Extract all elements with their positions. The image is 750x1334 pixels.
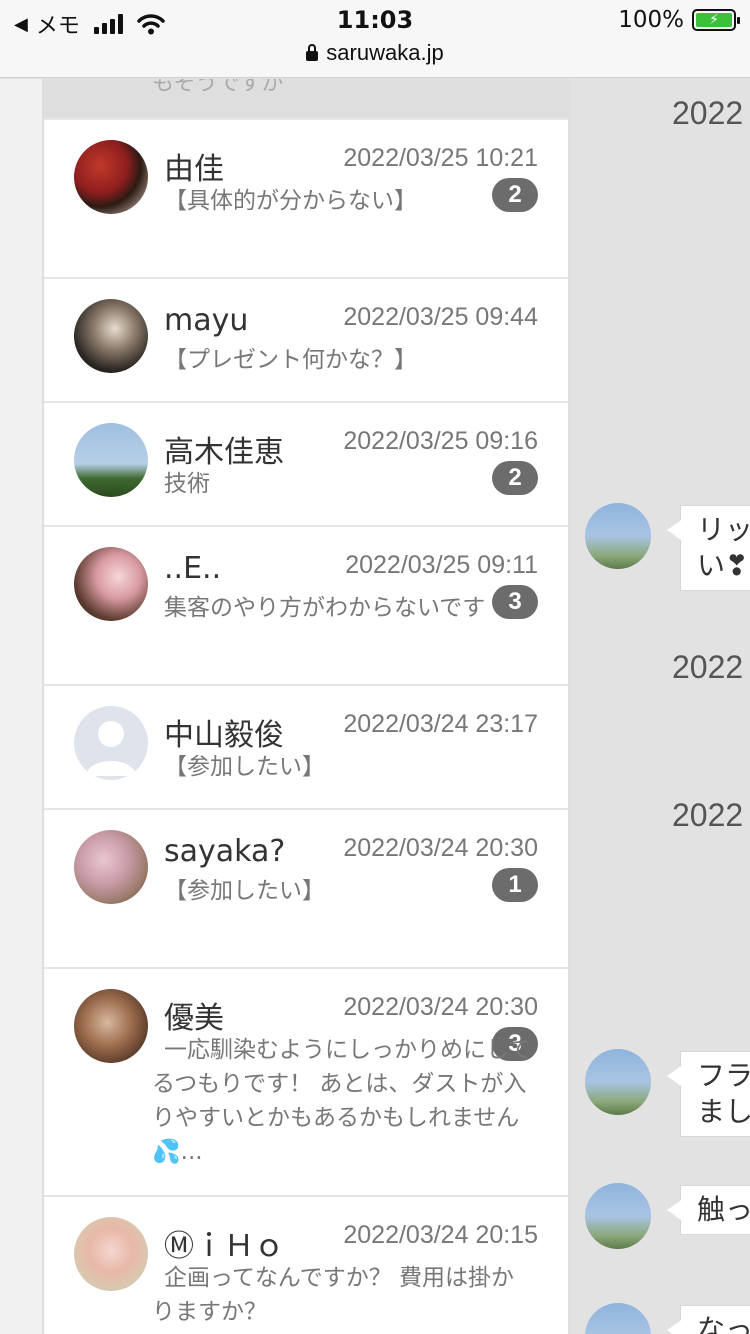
chat-avatar	[585, 1303, 651, 1334]
contact-name: 由佳	[164, 152, 224, 187]
list-item[interactable]: 高木佳恵 2022/03/25 09:16 2 技術	[44, 403, 568, 527]
status-bar: ◀ メモ 11:03 100% ⚡ saruwaka.jp	[0, 0, 750, 78]
contact-name: 優美	[164, 1001, 224, 1036]
message-preview: 【プレゼント何かな？】	[164, 347, 417, 373]
message-preview: 【参加したい】	[164, 878, 325, 904]
conversation-list[interactable]: もそうですが 由佳 2022/03/25 10:21 2 【具体的が分からない】…	[42, 79, 570, 1334]
avatar	[74, 423, 148, 497]
battery-status: 100% ⚡	[618, 7, 740, 33]
chat-bubble[interactable]: 触っ	[667, 1185, 750, 1235]
message-preview: 【具体的が分からない】	[164, 188, 417, 214]
list-item[interactable]: 由佳 2022/03/25 10:21 2 【具体的が分からない】	[44, 120, 568, 279]
message-preview: 【参加したい】	[164, 754, 325, 780]
message-preview: 集客のやり方がわからないです	[164, 595, 486, 621]
avatar	[74, 1217, 148, 1291]
message-date: 2022/03/25 09:16	[343, 427, 538, 455]
message-date: 2022/03/24 23:17	[343, 710, 538, 738]
list-item-message: もそうですが	[152, 79, 284, 96]
chat-bubble[interactable]: フラ まし	[667, 1051, 750, 1137]
address-bar[interactable]: saruwaka.jp	[0, 40, 750, 66]
message-preview: 企画ってなんですか？ 費用は掛かりますか？	[152, 1265, 515, 1325]
avatar	[74, 989, 148, 1063]
list-item[interactable]: mayu 2022/03/25 09:44 【プレゼント何かな？】	[44, 279, 568, 403]
lock-icon	[306, 44, 319, 61]
chat-avatar	[585, 503, 651, 569]
message-date: 2022/03/25 09:44	[343, 303, 538, 331]
chat-date: 2022	[672, 797, 744, 833]
battery-icon: ⚡	[692, 9, 740, 31]
default-avatar-icon	[74, 706, 148, 780]
left-margin	[0, 79, 42, 1334]
chat-bubble[interactable]: リッ い❣	[667, 505, 750, 591]
message-date: 2022/03/24 20:15	[343, 1221, 538, 1249]
contact-name: 高木佳恵	[164, 435, 284, 470]
url-text: saruwaka.jp	[326, 40, 444, 65]
list-item[interactable]: 中山毅俊 2022/03/24 23:17 【参加したい】	[44, 686, 568, 810]
list-item[interactable]: 優美 2022/03/24 20:30 3 一応馴染むようにしっかりめにしてるつ…	[44, 969, 568, 1197]
message-preview: 技術	[164, 471, 210, 497]
list-item[interactable]: ..E.. 2022/03/25 09:11 3 集客のやり方がわからないです	[44, 527, 568, 686]
chat-bubble-text: なっ	[697, 1313, 750, 1334]
contact-name: 中山毅俊	[164, 718, 284, 753]
avatar	[74, 140, 148, 214]
chat-avatar	[585, 1183, 651, 1249]
list-item[interactable]: ⓂｉＨｏ 2022/03/24 20:15 企画ってなんですか？ 費用は掛かりま…	[44, 1197, 568, 1334]
message-date: 2022/03/25 09:11	[345, 551, 538, 579]
avatar	[74, 299, 148, 373]
message-date: 2022/03/25 10:21	[343, 144, 538, 172]
chat-bubble-text: 触っ	[697, 1193, 750, 1226]
chat-panel[interactable]: 2022 リッ い❣ 2022 2022 フラ まし 触っ なっ	[570, 79, 750, 1334]
chat-bubble-text: フラ	[697, 1059, 750, 1092]
list-item[interactable]: sayaka? 2022/03/24 20:30 1 【参加したい】	[44, 810, 568, 969]
avatar	[74, 547, 148, 621]
contact-name: sayaka?	[164, 834, 286, 869]
contact-name: ..E..	[164, 551, 222, 586]
battery-percent: 100%	[618, 7, 684, 33]
avatar	[74, 830, 148, 904]
contact-name: ⓂｉＨｏ	[164, 1229, 284, 1264]
chat-avatar	[585, 1049, 651, 1115]
chat-bubble-text: リッ	[697, 513, 750, 546]
chat-date: 2022	[672, 649, 744, 685]
message-date: 2022/03/24 20:30	[343, 834, 538, 862]
contact-name: mayu	[164, 303, 249, 338]
chat-bubble-text: い❣	[697, 549, 749, 582]
chat-bubble-text: まし	[697, 1095, 750, 1128]
message-preview: 一応馴染むようにしっかりめにしてるつもりです！ あとは、ダストが入りやすいとかも…	[152, 1037, 532, 1165]
chat-bubble[interactable]: なっ	[667, 1305, 750, 1334]
chat-date: 2022	[672, 95, 744, 131]
message-date: 2022/03/24 20:30	[343, 993, 538, 1021]
list-item-partial[interactable]: もそうですが	[44, 79, 568, 120]
